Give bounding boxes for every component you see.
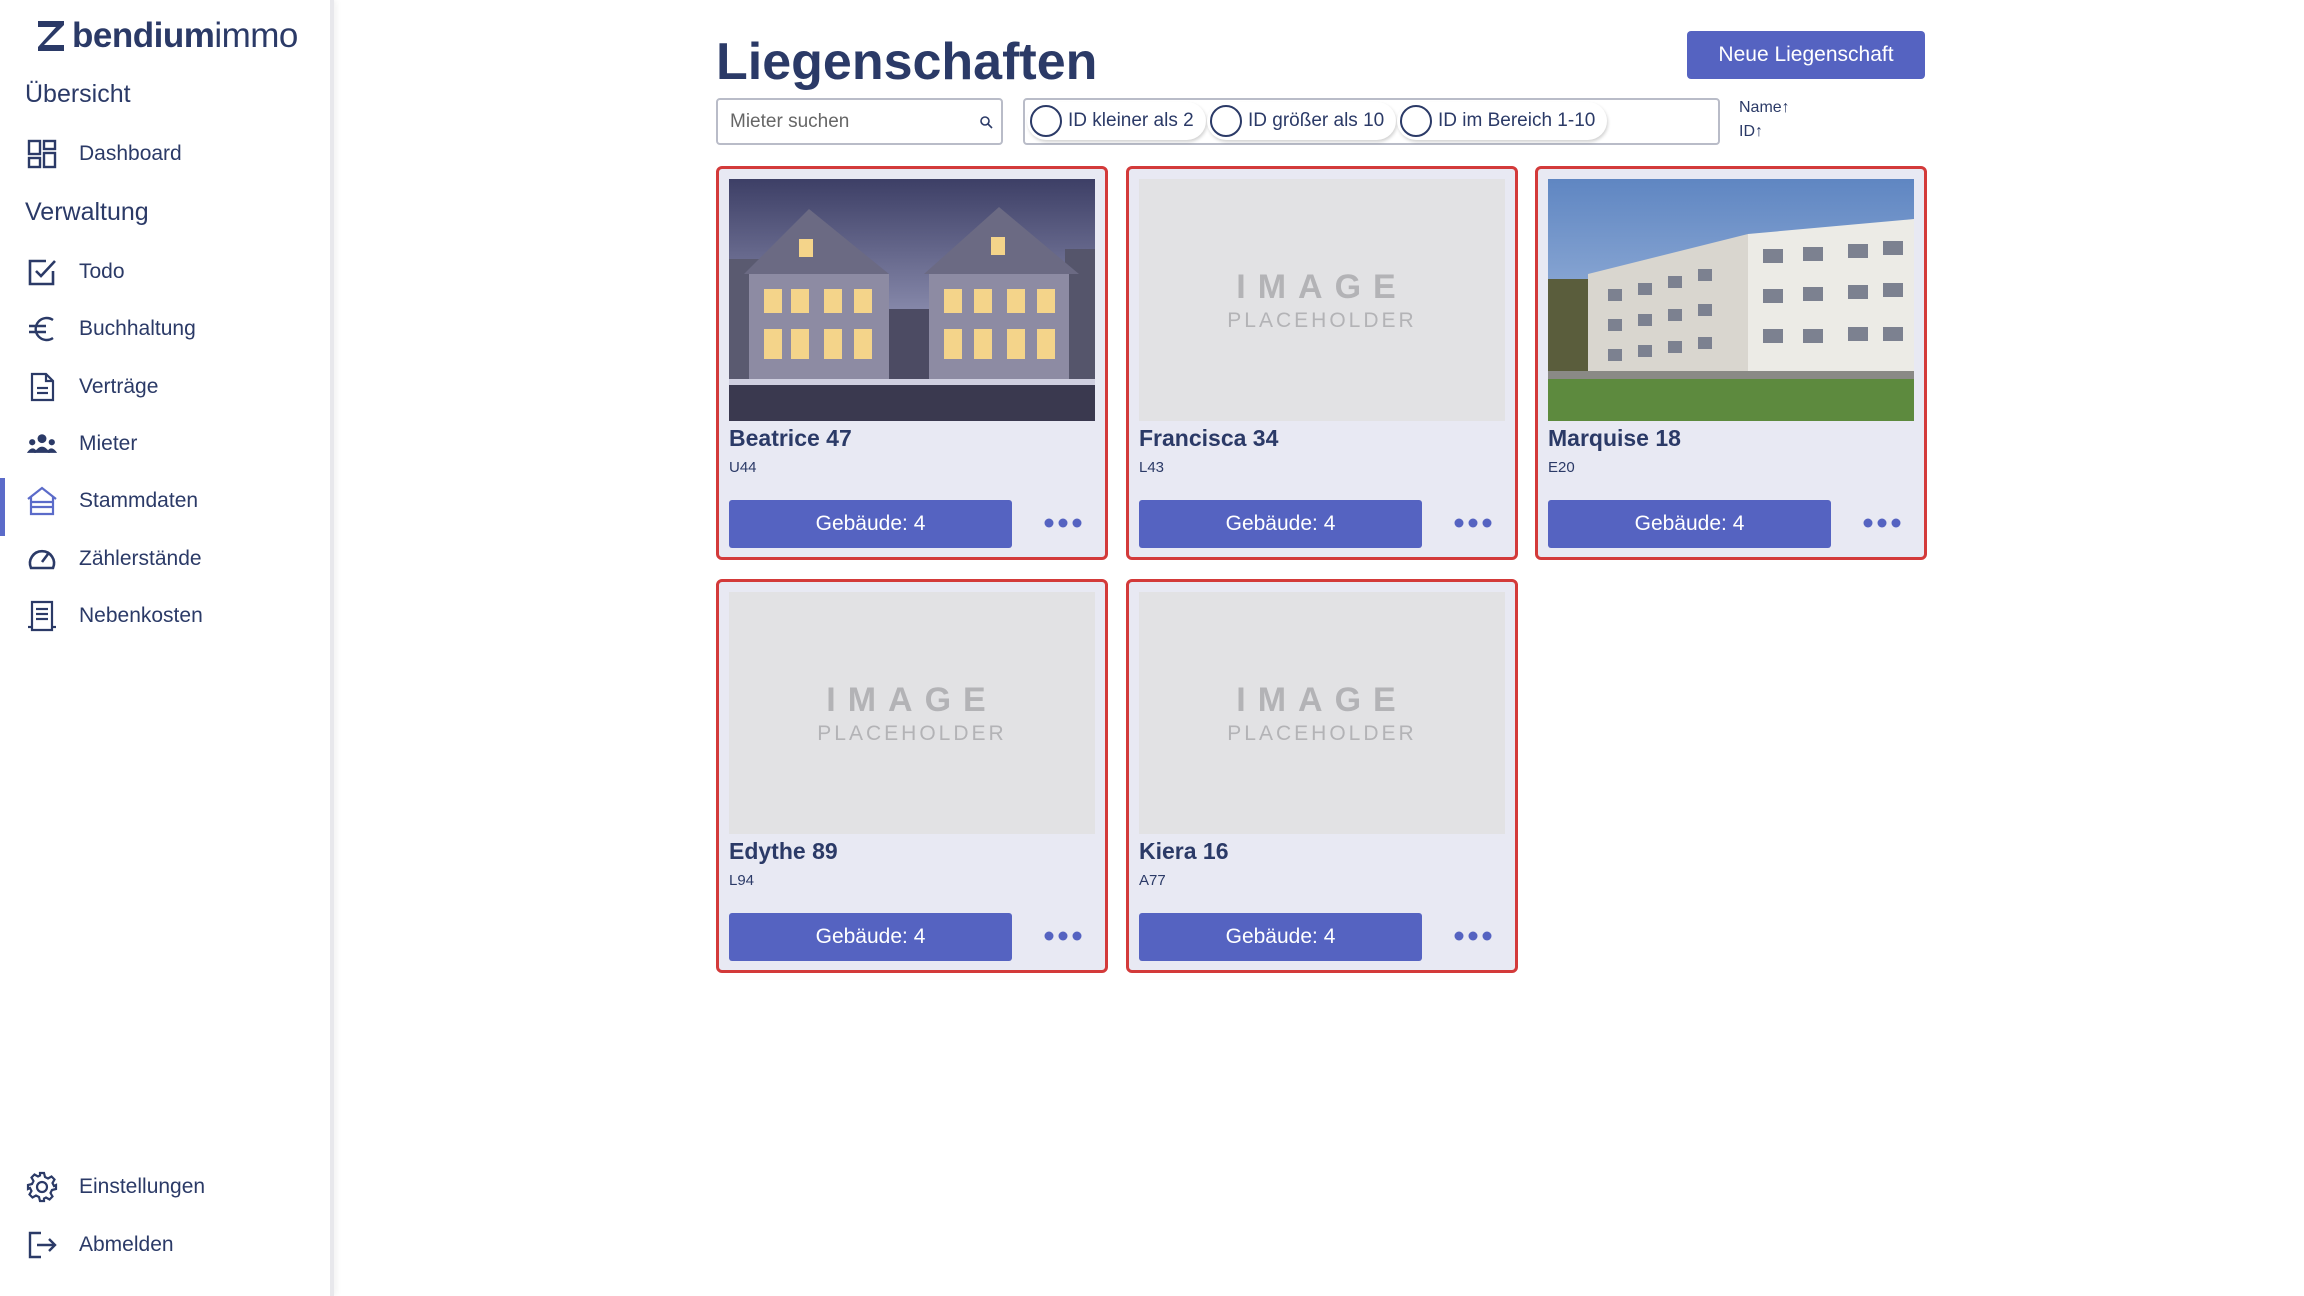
filter-chip-id-lt-2[interactable]: ID kleiner als 2 bbox=[1027, 102, 1206, 140]
logout-icon bbox=[28, 1231, 57, 1259]
search-icon[interactable] bbox=[979, 115, 993, 129]
logo-text-light: immo bbox=[214, 16, 298, 55]
sidebar-item-dashboard[interactable]: Dashboard bbox=[0, 129, 330, 179]
image-placeholder: IMAGE PLACEHOLDER bbox=[1139, 592, 1505, 834]
more-options-icon[interactable] bbox=[1043, 925, 1083, 947]
app-root: bendium immo Übersicht Dashboard Verwalt… bbox=[0, 0, 2304, 1296]
new-property-button[interactable]: Neue Liegenschaft bbox=[1687, 31, 1925, 79]
property-card[interactable]: IMAGE PLACEHOLDER Kiera 16 A77 Gebäude: … bbox=[1126, 579, 1518, 973]
app-logo[interactable]: bendium immo bbox=[36, 16, 298, 56]
sidebar-item-label: Mieter bbox=[79, 432, 138, 455]
more-options-icon[interactable] bbox=[1453, 925, 1493, 947]
filter-label: ID größer als 10 bbox=[1248, 110, 1385, 131]
sidebar-item-label: Abmelden bbox=[79, 1233, 174, 1256]
sidebar-item-label: Nebenkosten bbox=[79, 604, 203, 627]
property-name: Edythe 89 bbox=[729, 838, 838, 864]
search-box bbox=[716, 98, 1003, 145]
dashboard-icon bbox=[27, 139, 57, 169]
filter-chip-id-gt-10[interactable]: ID größer als 10 bbox=[1207, 102, 1397, 140]
property-card[interactable]: IMAGE PLACEHOLDER Francisca 34 L43 Gebäu… bbox=[1126, 166, 1518, 560]
villa-photo bbox=[729, 179, 1095, 421]
section-title-admin: Verwaltung bbox=[25, 198, 149, 226]
placeholder-text: IMAGE bbox=[1236, 267, 1408, 306]
placeholder-subtext: PLACEHOLDER bbox=[1227, 308, 1417, 332]
property-name: Kiera 16 bbox=[1139, 838, 1229, 864]
buildings-button[interactable]: Gebäude: 4 bbox=[1548, 500, 1831, 548]
filter-label: ID kleiner als 2 bbox=[1068, 110, 1194, 131]
property-code: A77 bbox=[1139, 872, 1166, 889]
apartment-photo bbox=[1548, 179, 1914, 421]
buildings-button[interactable]: Gebäude: 4 bbox=[1139, 500, 1422, 548]
checkbox-icon bbox=[28, 259, 56, 286]
bendium-logo-icon bbox=[38, 21, 64, 51]
buildings-button[interactable]: Gebäude: 4 bbox=[729, 500, 1012, 548]
property-image bbox=[729, 179, 1095, 421]
gear-icon bbox=[26, 1171, 58, 1203]
more-options-icon[interactable] bbox=[1862, 512, 1902, 534]
logo-text-bold: bendium bbox=[72, 16, 215, 55]
filter-chip-id-range[interactable]: ID im Bereich 1-10 bbox=[1397, 102, 1608, 140]
sidebar-item-vertraege[interactable]: Verträge bbox=[0, 362, 330, 412]
property-code: U44 bbox=[729, 459, 757, 476]
sort-by-name[interactable]: Name↑ bbox=[1739, 99, 1790, 117]
page-title: Liegenschaften bbox=[716, 33, 1098, 91]
filter-label: ID im Bereich 1-10 bbox=[1438, 110, 1596, 131]
sidebar-item-label: Dashboard bbox=[79, 142, 182, 165]
sidebar-item-label: Buchhaltung bbox=[79, 317, 196, 340]
filter-group: ID kleiner als 2 ID größer als 10 ID im … bbox=[1023, 98, 1720, 145]
sidebar: bendium immo Übersicht Dashboard Verwalt… bbox=[0, 0, 334, 1296]
property-card[interactable]: IMAGE PLACEHOLDER Edythe 89 L94 Gebäude:… bbox=[716, 579, 1108, 973]
sidebar-item-label: Zählerstände bbox=[79, 547, 202, 570]
document-icon bbox=[30, 372, 55, 402]
receipt-icon bbox=[28, 600, 56, 632]
property-code: L43 bbox=[1139, 459, 1165, 476]
placeholder-text: IMAGE bbox=[1236, 680, 1408, 719]
sort-by-id[interactable]: ID↑ bbox=[1739, 123, 1763, 141]
placeholder-text: IMAGE bbox=[826, 680, 998, 719]
property-image bbox=[1548, 179, 1914, 421]
sidebar-item-todo[interactable]: Todo bbox=[0, 247, 330, 297]
property-code: E20 bbox=[1548, 459, 1575, 476]
sidebar-item-stammdaten[interactable]: Stammdaten bbox=[0, 476, 330, 536]
property-image: IMAGE PLACEHOLDER bbox=[1139, 179, 1505, 421]
property-name: Marquise 18 bbox=[1548, 425, 1681, 451]
more-options-icon[interactable] bbox=[1453, 512, 1493, 534]
radio-button[interactable] bbox=[1400, 105, 1432, 137]
sidebar-item-nebenkosten[interactable]: Nebenkosten bbox=[0, 591, 330, 641]
property-name: Francisca 34 bbox=[1139, 425, 1279, 451]
people-icon bbox=[26, 434, 58, 453]
section-title-overview: Übersicht bbox=[25, 80, 131, 108]
sidebar-item-label: Einstellungen bbox=[79, 1175, 206, 1198]
sidebar-item-zaehlerstaende[interactable]: Zählerstände bbox=[0, 534, 330, 584]
placeholder-subtext: PLACEHOLDER bbox=[817, 721, 1007, 745]
property-card[interactable]: Beatrice 47 U44 Gebäude: 4 bbox=[716, 166, 1108, 560]
property-card[interactable]: Marquise 18 E20 Gebäude: 4 bbox=[1535, 166, 1927, 560]
euro-icon bbox=[29, 316, 54, 342]
buildings-button[interactable]: Gebäude: 4 bbox=[1139, 913, 1422, 961]
sidebar-item-label: Stammdaten bbox=[79, 489, 199, 512]
image-placeholder: IMAGE PLACEHOLDER bbox=[1139, 179, 1505, 421]
sidebar-item-abmelden[interactable]: Abmelden bbox=[0, 1220, 330, 1270]
building-icon bbox=[27, 486, 57, 516]
property-code: L94 bbox=[729, 872, 755, 889]
property-image: IMAGE PLACEHOLDER bbox=[1139, 592, 1505, 834]
buildings-button[interactable]: Gebäude: 4 bbox=[729, 913, 1012, 961]
radio-button[interactable] bbox=[1210, 105, 1242, 137]
placeholder-subtext: PLACEHOLDER bbox=[1227, 721, 1417, 745]
search-input[interactable] bbox=[730, 110, 960, 134]
sidebar-item-mieter[interactable]: Mieter bbox=[0, 419, 330, 469]
more-options-icon[interactable] bbox=[1043, 512, 1083, 534]
sidebar-item-buchhaltung[interactable]: Buchhaltung bbox=[0, 304, 330, 354]
property-name: Beatrice 47 bbox=[729, 425, 852, 451]
gauge-icon bbox=[28, 549, 56, 570]
sidebar-item-label: Verträge bbox=[79, 375, 159, 398]
property-image: IMAGE PLACEHOLDER bbox=[729, 592, 1095, 834]
sidebar-item-einstellungen[interactable]: Einstellungen bbox=[0, 1162, 330, 1212]
sidebar-item-label: Todo bbox=[79, 260, 125, 283]
image-placeholder: IMAGE PLACEHOLDER bbox=[729, 592, 1095, 834]
radio-button[interactable] bbox=[1030, 105, 1062, 137]
